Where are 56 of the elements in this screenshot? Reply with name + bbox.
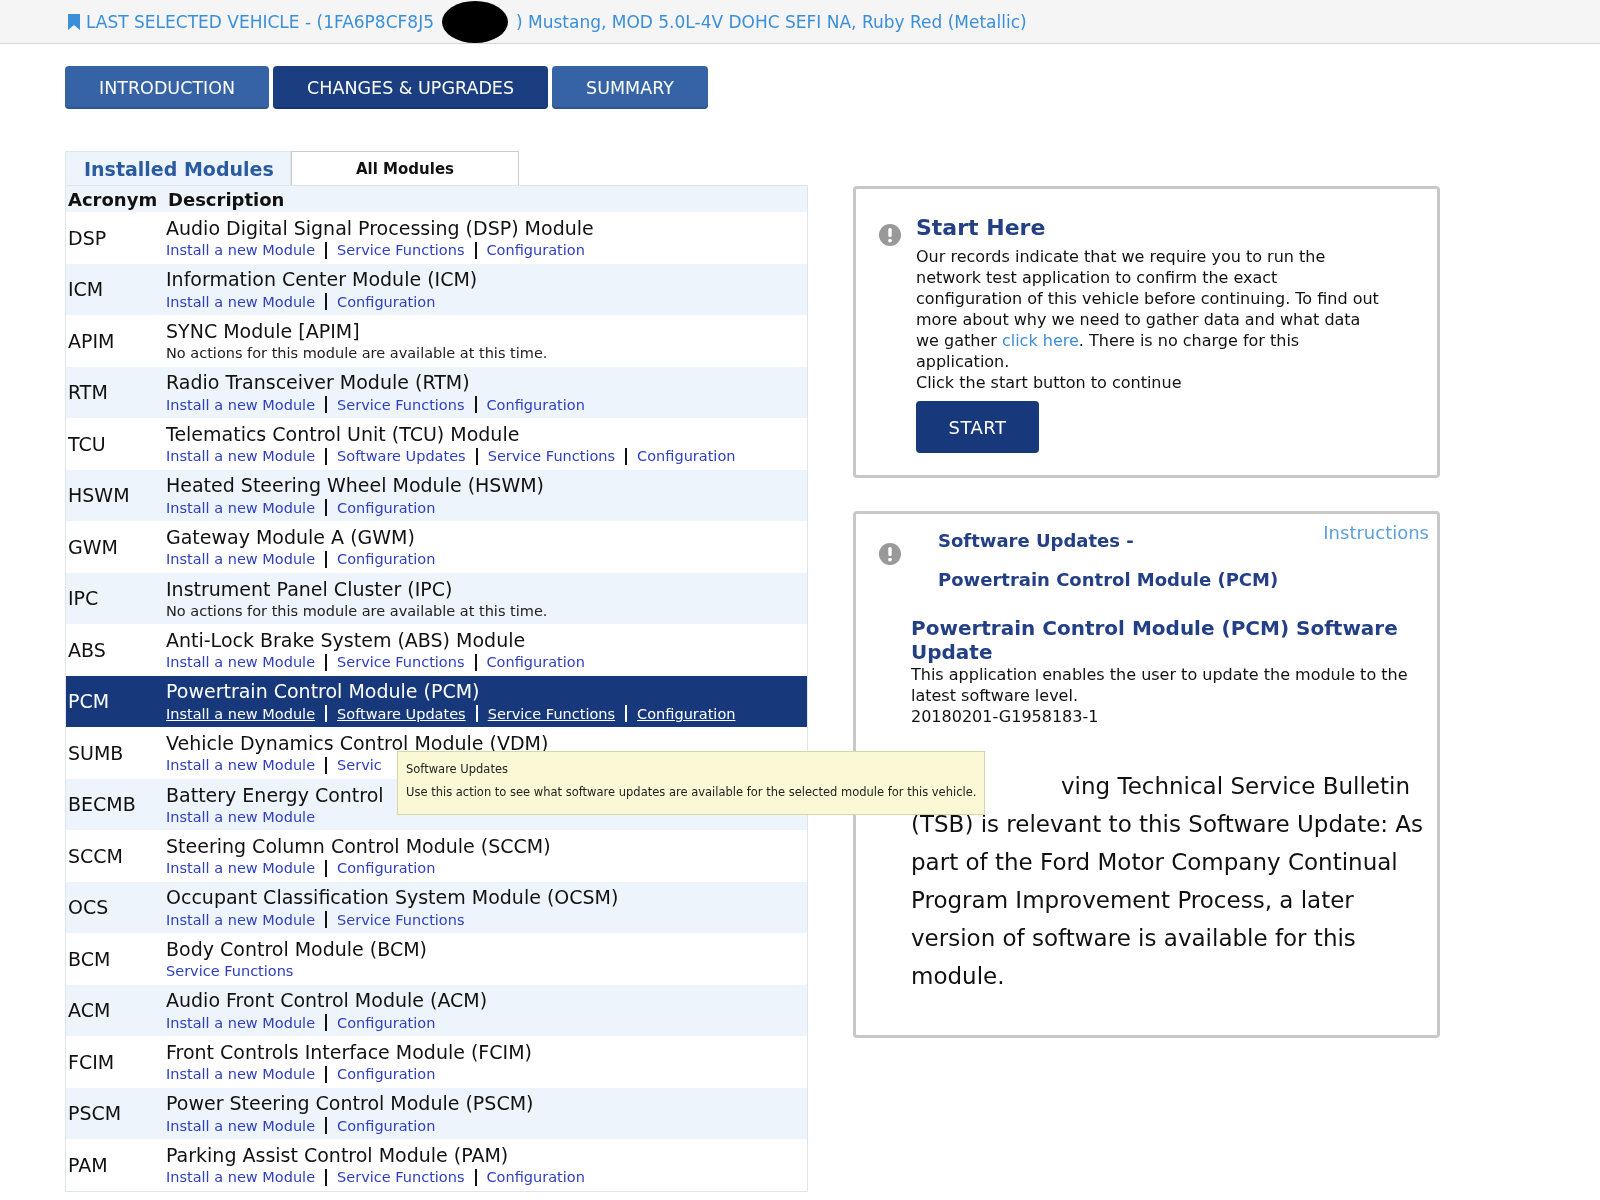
no-actions-note: No actions for this module are available at this time.: [166, 345, 548, 362]
vehicle-label: LAST SELECTED VEHICLE - (1FA6P8CF8J5: [86, 11, 434, 32]
panel-title: Powertrain Control Module (PCM): [938, 569, 1279, 590]
update-code: 20180201-G1958183-1: [911, 706, 1100, 727]
acronym-cell-text: GWM: [67, 535, 119, 558]
acronym-cell-text: PCM: [67, 690, 111, 713]
acronym-cell-text: OCS: [67, 896, 110, 919]
module-description: Power Steering Control Module (PSCM): [166, 1092, 534, 1115]
module-description: Battery Energy Control: [166, 783, 384, 806]
module-description: Body Control Module (BCM): [166, 938, 428, 961]
acronym-cell-text: ABS: [67, 638, 107, 661]
module-description: Occupant Classification System Module (OCSM): [166, 886, 619, 909]
module-description: Information Center Module (ICM): [166, 268, 478, 291]
module-description: Telematics Control Unit (TCU) Module: [166, 422, 521, 445]
column-header: Description: [168, 188, 285, 210]
acronym-cell-text: HSWM: [67, 484, 131, 507]
no-actions-note: No actions for this module are available at this time.: [166, 602, 548, 619]
vehicle-label: ) Mustang, MOD 5.0L-4V DOHC SEFI NA, Ruby Red (Metallic): [515, 11, 1027, 32]
acronym-cell-text: ACM: [67, 999, 112, 1022]
module-description: SYNC Module [APIM]: [166, 320, 361, 343]
module-description: Steering Column Control Module (SCCM): [166, 834, 551, 857]
panel-title: Software Updates -: [938, 530, 1135, 551]
panel-title: Start Here: [916, 215, 1047, 240]
acronym-cell-text: PSCM: [67, 1102, 123, 1125]
acronym-cell-text: IPC: [67, 587, 100, 610]
tooltip-title: Software Updates: [406, 762, 509, 776]
acronym-cell-text: BCM: [67, 947, 112, 970]
module-description: Audio Digital Signal Processing (DSP) Module: [166, 216, 595, 239]
start-instruction: Click the start button to continue: [916, 372, 1183, 393]
module-description: Radio Transceiver Module (RTM): [166, 371, 471, 394]
module-description: Front Controls Interface Module (FCIM): [166, 1040, 532, 1063]
acronym-cell-text: RTM: [67, 381, 109, 404]
acronym-cell-text: SCCM: [67, 844, 124, 867]
tsb-text: (TSB) is relevant to this Software Update: As part of the Ford Motor Company Continual Program Improvement Process, a later version of software is available for this module.: [911, 810, 1425, 991]
update-heading: Powertrain Control Module (PCM) Software Update: [911, 616, 1399, 664]
update-description: This application enables the user to update the module to the latest software level.: [911, 664, 1409, 706]
tsb-text: ving Technical Service Bulletin: [1061, 772, 1411, 801]
acronym-cell-text: FCIM: [67, 1050, 116, 1073]
module-description: Anti-Lock Brake System (ABS) Module: [166, 628, 527, 651]
column-header: Acronym: [67, 188, 159, 210]
acronym-cell-text: PAM: [67, 1153, 109, 1176]
acronym-cell-text: BECMB: [67, 793, 137, 816]
acronym-cell-text: ICM: [67, 278, 105, 301]
module-description: Powertrain Control Module (PCM): [166, 680, 481, 703]
start-paragraph: Our records indicate that we require you to run the network test application to confirm the exact configuration of this vehicle before continuing. To find out more about why we need to gather data and what data we gather click here. There is no charge for this application.: [916, 246, 1380, 372]
acronym-cell-text: SUMB: [67, 741, 125, 764]
module-description: Heated Steering Wheel Module (HSWM): [166, 474, 544, 497]
module-description: Parking Assist Control Module (PAM): [166, 1143, 510, 1166]
acronym-cell-text: APIM: [67, 329, 116, 352]
module-description: Instrument Panel Cluster (IPC): [166, 577, 454, 600]
module-description: Vehicle Dynamics Control Module (VDM): [166, 731, 549, 754]
tooltip-text: Use this action to see what software updates are available for the selected module for this vehicle.: [406, 785, 977, 799]
module-description: Gateway Module A (GWM): [166, 525, 416, 548]
module-description: Audio Front Control Module (ACM): [166, 989, 488, 1012]
acronym-cell-text: TCU: [67, 432, 107, 455]
acronym-cell-text: DSP: [67, 226, 108, 249]
